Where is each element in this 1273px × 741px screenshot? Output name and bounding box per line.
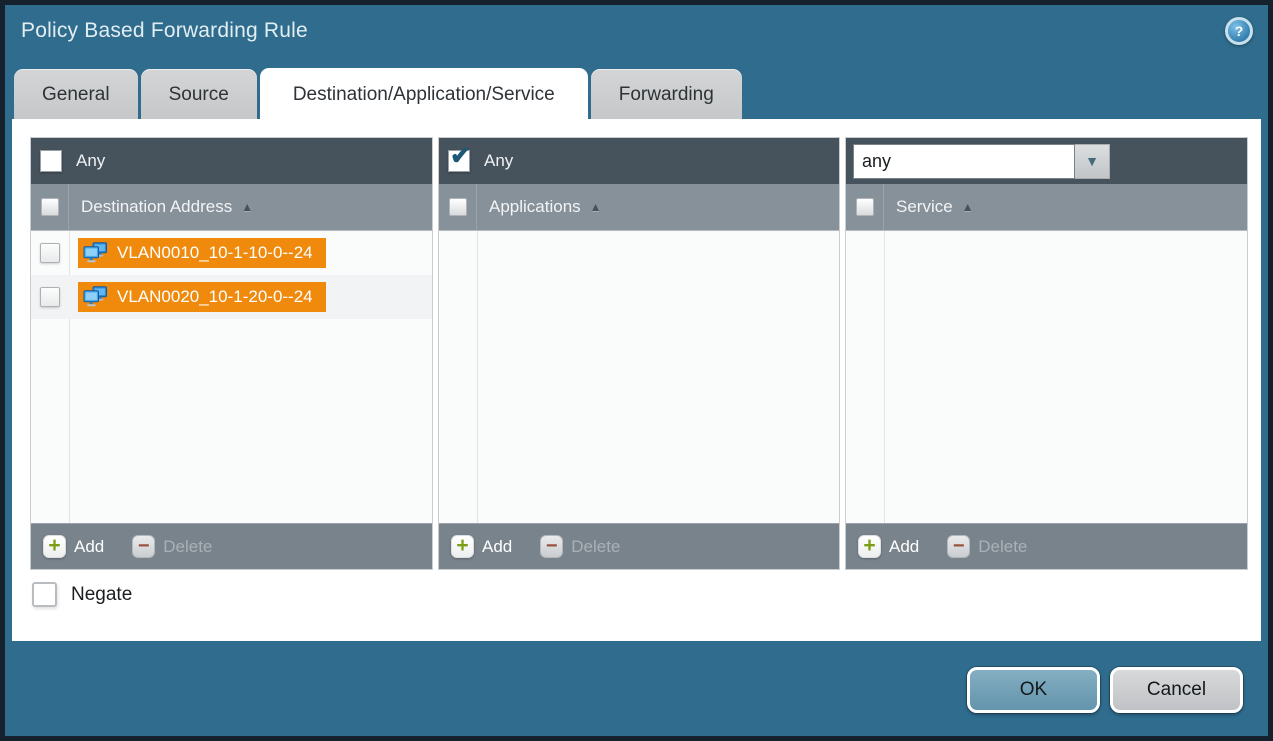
- add-button-label: Add: [74, 537, 104, 557]
- address-object-icon: [83, 286, 109, 308]
- applications-any-checkbox[interactable]: ✔: [448, 150, 470, 172]
- destination-address-column: Any Destination Address ▲: [30, 137, 433, 570]
- destination-add-button[interactable]: + Add: [43, 535, 104, 558]
- applications-delete-button[interactable]: − Delete: [540, 535, 620, 558]
- negate-row: Negate: [32, 582, 132, 607]
- chevron-down-icon: ▼: [1085, 153, 1099, 169]
- columns-container: Any Destination Address ▲: [30, 137, 1248, 570]
- row-checkbox-cell: [31, 231, 69, 275]
- add-icon: +: [43, 535, 66, 558]
- destination-select-all-checkbox[interactable]: [41, 198, 59, 216]
- destination-address-row[interactable]: VLAN0020_10-1-20-0--24: [31, 275, 432, 319]
- dialog-title: Policy Based Forwarding Rule: [21, 19, 308, 43]
- delete-button-label: Delete: [571, 537, 620, 557]
- destination-delete-button[interactable]: − Delete: [132, 535, 212, 558]
- destination-any-bar: Any: [31, 138, 432, 184]
- applications-header-label[interactable]: Applications: [489, 197, 581, 217]
- sort-asc-icon[interactable]: ▲: [241, 200, 253, 214]
- delete-button-label: Delete: [163, 537, 212, 557]
- service-select-all-checkbox[interactable]: [856, 198, 874, 216]
- destination-any-checkbox[interactable]: [40, 150, 62, 172]
- add-icon: +: [451, 535, 474, 558]
- add-button-label: Add: [889, 537, 919, 557]
- policy-based-forwarding-dialog: Policy Based Forwarding Rule ? General S…: [0, 0, 1273, 741]
- applications-column: ✔ Any Applications ▲ + A: [438, 137, 840, 570]
- delete-button-label: Delete: [978, 537, 1027, 557]
- destination-select-all-cell: [31, 184, 69, 230]
- ok-button[interactable]: OK: [967, 667, 1100, 713]
- service-dropdown-button[interactable]: ▼: [1075, 144, 1110, 179]
- tab-bar: General Source Destination/Application/S…: [14, 68, 745, 121]
- destination-address-list: VLAN0010_10-1-10-0--24: [31, 231, 432, 523]
- negate-label: Negate: [71, 584, 132, 606]
- service-delete-button[interactable]: − Delete: [947, 535, 1027, 558]
- applications-select-all-cell: [439, 184, 477, 230]
- service-footer: + Add − Delete: [846, 523, 1247, 569]
- service-dropdown-bar: ▼: [846, 138, 1247, 184]
- address-name: VLAN0010_10-1-10-0--24: [117, 243, 313, 263]
- negate-checkbox[interactable]: [32, 582, 57, 607]
- service-dropdown: ▼: [853, 144, 1110, 179]
- address-object-item[interactable]: VLAN0020_10-1-20-0--24: [78, 282, 326, 312]
- destination-address-row[interactable]: VLAN0010_10-1-10-0--24: [31, 231, 432, 275]
- checkmark-icon: ✔: [450, 144, 471, 169]
- row-checkbox[interactable]: [40, 287, 60, 307]
- address-object-item[interactable]: VLAN0010_10-1-10-0--24: [78, 238, 326, 268]
- help-icon[interactable]: ?: [1225, 17, 1253, 45]
- applications-column-header: Applications ▲: [439, 184, 839, 231]
- tab-general[interactable]: General: [14, 69, 138, 121]
- sort-asc-icon[interactable]: ▲: [962, 200, 974, 214]
- delete-icon: −: [132, 535, 155, 558]
- row-checkbox-cell: [31, 275, 69, 319]
- destination-header-label[interactable]: Destination Address: [81, 197, 232, 217]
- service-header-label[interactable]: Service: [896, 197, 953, 217]
- address-object-icon: [83, 242, 109, 264]
- delete-icon: −: [947, 535, 970, 558]
- cancel-button[interactable]: Cancel: [1110, 667, 1243, 713]
- service-dropdown-input[interactable]: [853, 144, 1075, 179]
- destination-any-label: Any: [76, 151, 105, 171]
- applications-add-button[interactable]: + Add: [451, 535, 512, 558]
- service-column-header: Service ▲: [846, 184, 1247, 231]
- destination-column-header: Destination Address ▲: [31, 184, 432, 231]
- tab-forwarding[interactable]: Forwarding: [591, 69, 742, 121]
- tab-content-panel: Any Destination Address ▲: [12, 119, 1261, 641]
- applications-any-bar: ✔ Any: [439, 138, 839, 184]
- add-button-label: Add: [482, 537, 512, 557]
- row-checkbox[interactable]: [40, 243, 60, 263]
- sort-asc-icon[interactable]: ▲: [590, 200, 602, 214]
- service-select-all-cell: [846, 184, 884, 230]
- applications-any-label: Any: [484, 151, 513, 171]
- applications-select-all-checkbox[interactable]: [449, 198, 467, 216]
- applications-footer: + Add − Delete: [439, 523, 839, 569]
- help-glyph: ?: [1235, 24, 1244, 38]
- add-icon: +: [858, 535, 881, 558]
- delete-icon: −: [540, 535, 563, 558]
- tab-source[interactable]: Source: [141, 69, 257, 121]
- service-list: [846, 231, 1247, 523]
- tab-destination-application-service[interactable]: Destination/Application/Service: [260, 68, 588, 121]
- address-name: VLAN0020_10-1-20-0--24: [117, 287, 313, 307]
- service-add-button[interactable]: + Add: [858, 535, 919, 558]
- applications-list: [439, 231, 839, 523]
- destination-footer: + Add − Delete: [31, 523, 432, 569]
- service-column: ▼ Service ▲ + Add: [845, 137, 1248, 570]
